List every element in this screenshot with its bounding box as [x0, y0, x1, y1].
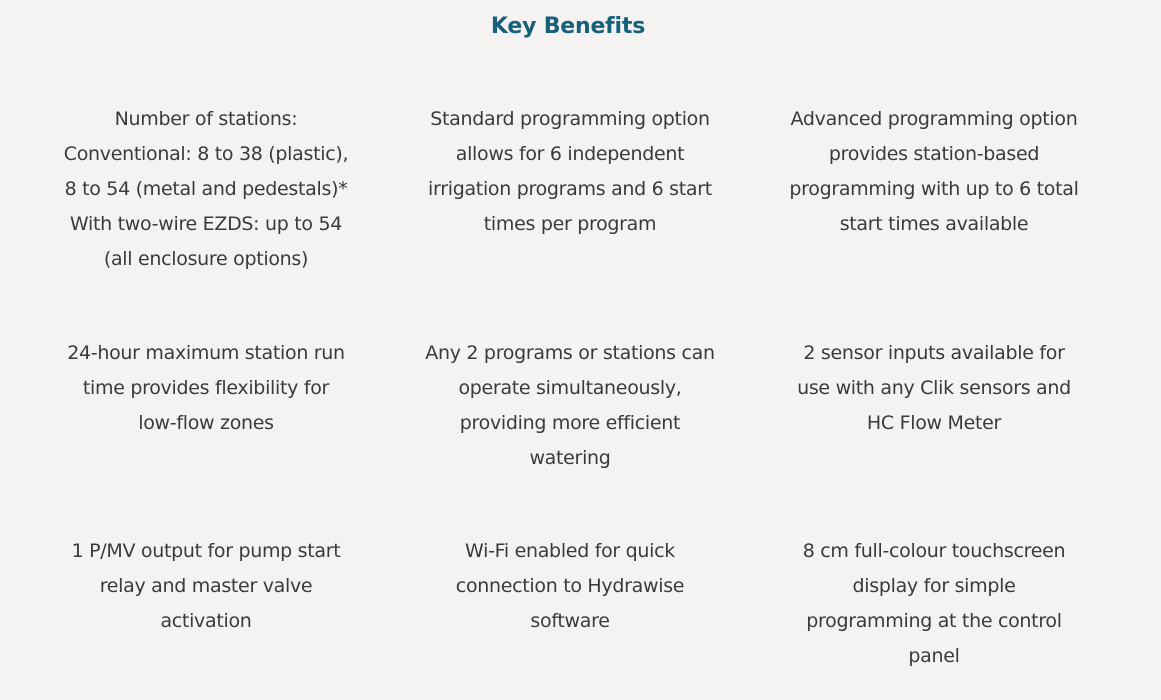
- benefit-pmv-output: 1 P/MV output for pump start relay and ma…: [30, 534, 382, 694]
- benefit-text-line: software: [530, 610, 610, 632]
- benefit-text-line: providing more efficient: [459, 412, 681, 434]
- benefit-text-line: programming with up to 6 total: [789, 178, 1079, 200]
- benefit-text-line: 1 P/MV output for pump start: [71, 540, 341, 562]
- benefit-text-line: 24-hour maximum station run: [67, 342, 345, 364]
- benefit-text-line: time provides flexibility for: [82, 377, 330, 399]
- benefit-text-line: Advanced programming option: [790, 108, 1078, 130]
- benefit-text-line: Number of stations:: [114, 108, 298, 130]
- benefit-text-line: HC Flow Meter: [866, 412, 1002, 434]
- benefit-text-line: times per program: [483, 213, 657, 235]
- benefit-text-line: With two-wire EZDS: up to 54: [69, 213, 343, 235]
- benefit-text-line: panel: [908, 645, 960, 667]
- benefit-text-line: operate simultaneously,: [458, 377, 682, 399]
- benefit-text-line: display for simple: [852, 575, 1016, 597]
- benefit-text-line: programming at the control: [806, 610, 1062, 632]
- benefit-sensor-inputs: 2 sensor inputs available for use with an…: [758, 336, 1110, 534]
- benefit-text-line: activation: [160, 610, 252, 632]
- benefit-touchscreen: 8 cm full-colour touchscreen display for …: [758, 534, 1110, 694]
- benefit-text-line: watering: [529, 447, 611, 469]
- benefit-text-line: start times available: [839, 213, 1029, 235]
- benefits-row: 1 P/MV output for pump start relay and ma…: [30, 534, 1110, 694]
- benefits-row: Number of stations: Conventional: 8 to 38…: [30, 102, 1110, 336]
- benefit-text-line: (all enclosure options): [103, 248, 309, 270]
- benefit-text-line: irrigation programs and 6 start: [428, 178, 712, 200]
- benefit-text-line: connection to Hydrawise: [455, 575, 685, 597]
- benefit-text-line: low-flow zones: [138, 412, 274, 434]
- benefit-text-line: Any 2 programs or stations can: [425, 342, 715, 364]
- benefit-text-line: provides station-based: [828, 143, 1040, 165]
- benefit-text-line: Standard programming option: [430, 108, 710, 130]
- benefit-max-run-time: 24-hour maximum station run time provides…: [30, 336, 382, 534]
- benefit-text-line: use with any Clik sensors and: [797, 377, 1071, 399]
- benefit-number-of-stations: Number of stations: Conventional: 8 to 38…: [30, 102, 382, 336]
- benefit-text-line: relay and master valve: [99, 575, 313, 597]
- benefit-standard-programming: Standard programming option allows for 6 …: [394, 102, 746, 336]
- benefit-text-line: Wi-Fi enabled for quick: [465, 540, 675, 562]
- benefit-text-line: Conventional: 8 to 38 (plastic),: [63, 143, 349, 165]
- benefit-advanced-programming: Advanced programming option provides stat…: [758, 102, 1110, 336]
- benefit-simultaneous-operation: Any 2 programs or stations can operate si…: [394, 336, 746, 534]
- benefits-grid: Number of stations: Conventional: 8 to 38…: [30, 102, 1110, 694]
- benefit-text-line: 8 cm full-colour touchscreen: [802, 540, 1066, 562]
- benefit-text-line: 2 sensor inputs available for: [803, 342, 1065, 364]
- benefits-row: 24-hour maximum station run time provides…: [30, 336, 1110, 534]
- benefit-wifi: Wi-Fi enabled for quick connection to Hyd…: [394, 534, 746, 694]
- section-title: Key Benefits: [490, 14, 646, 39]
- benefit-text-line: 8 to 54 (metal and pedestals)*: [64, 178, 348, 200]
- key-benefits-section: Key Benefits Number of stations: Conventi…: [0, 0, 1161, 700]
- benefit-text-line: allows for 6 independent: [455, 143, 685, 165]
